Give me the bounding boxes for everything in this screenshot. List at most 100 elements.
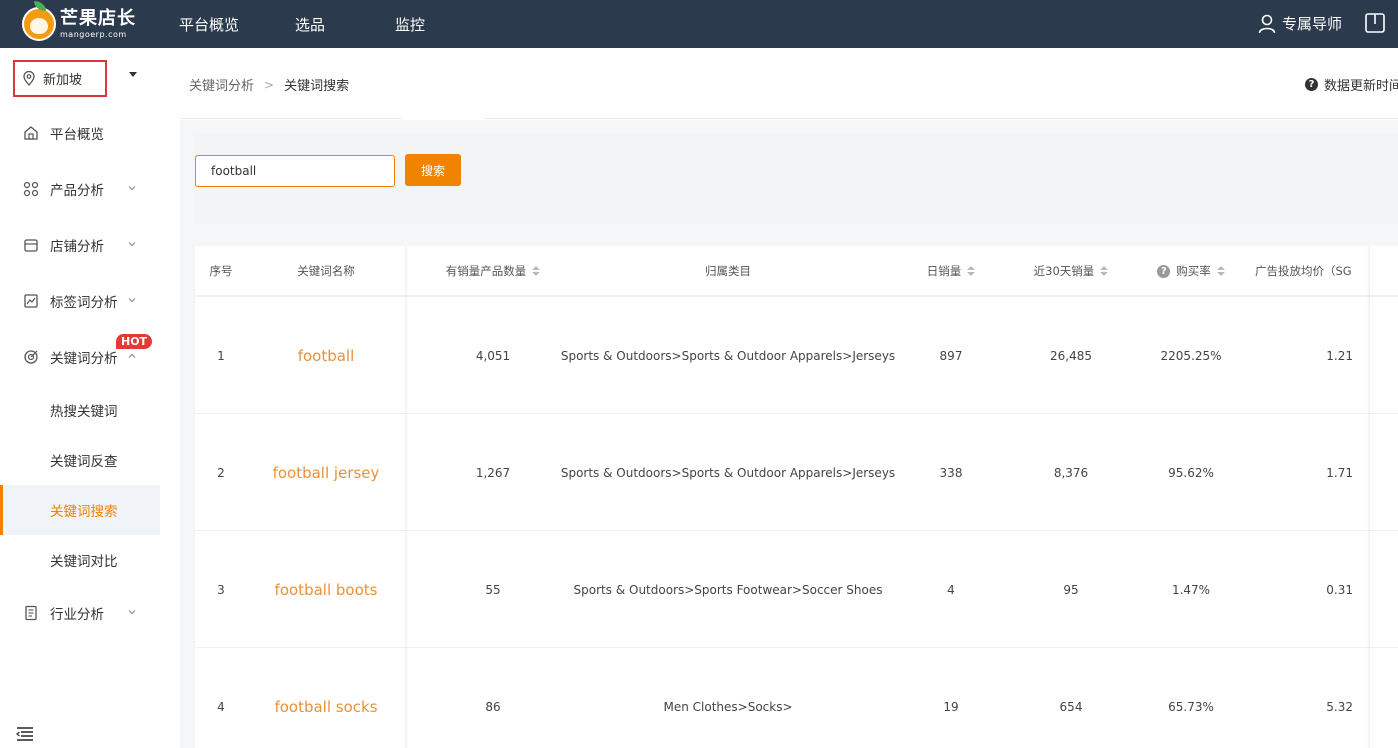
chevron-down-icon xyxy=(128,242,136,247)
sort-icon[interactable] xyxy=(967,266,976,276)
cell-category: Sports & Outdoors>Sports & Outdoor Appar… xyxy=(560,348,896,363)
chevron-up-icon xyxy=(128,353,136,358)
search-button[interactable]: 搜索 xyxy=(405,154,461,186)
cell-category: Men Clothes>Socks> xyxy=(663,699,793,714)
breadcrumb-current: 关键词搜索 xyxy=(284,79,350,94)
brand-name: 芒果店长 xyxy=(60,7,136,29)
region-selector[interactable]: 新加坡 xyxy=(13,60,107,97)
cell-product-count: 1,267 xyxy=(475,465,511,480)
keyword-search-input[interactable] xyxy=(195,155,395,187)
col-header-ad-price[interactable]: 广告投放均价（SG xyxy=(1255,246,1367,296)
nav-monitoring[interactable]: 监控 xyxy=(395,14,425,35)
cell-product-count: 4,051 xyxy=(475,348,511,363)
sidebar-item-label: 标签词分析 xyxy=(50,295,118,311)
cell-ad-price: 0.31 xyxy=(1326,582,1353,597)
cell-product-count: 86 xyxy=(485,699,501,714)
cell-daily-sales: 4 xyxy=(947,582,955,597)
chart-icon xyxy=(24,294,38,308)
help-icon[interactable]: ? xyxy=(1305,78,1318,91)
header-divider xyxy=(180,118,1398,119)
sidebar-item-industry-analysis[interactable]: 行业分析 xyxy=(0,588,160,638)
data-update-info: ? 数据更新时间 xyxy=(1305,75,1398,94)
breadcrumb: 关键词分析 > 关键词搜索 xyxy=(189,75,350,95)
keyword-link[interactable]: football xyxy=(247,297,405,414)
brand-logo[interactable]: 芒果店长 mangoerp.com xyxy=(22,1,142,46)
chevron-down-icon xyxy=(128,186,136,191)
chevron-right-icon: > xyxy=(264,77,275,92)
col-header-index: 序号 xyxy=(209,264,233,278)
cell-index: 2 xyxy=(217,465,225,480)
sidebar-item-tag-analysis[interactable]: 标签词分析 xyxy=(0,276,160,326)
cell-buy-rate: 95.62% xyxy=(1168,465,1214,480)
cell-index: 4 xyxy=(217,699,225,714)
chevron-down-icon xyxy=(128,610,136,615)
sort-icon[interactable] xyxy=(1100,266,1109,276)
region-label: 新加坡 xyxy=(43,73,83,88)
location-pin-icon xyxy=(23,71,35,86)
col-header-category: 归属类目 xyxy=(705,264,751,278)
cell-category: Sports & Outdoors>Sports & Outdoor Appar… xyxy=(560,465,896,480)
col-header-product-count[interactable]: 有销量产品数量 xyxy=(408,246,578,296)
target-icon xyxy=(24,350,38,364)
breadcrumb-parent[interactable]: 关键词分析 xyxy=(189,75,254,94)
help-icon[interactable]: ? xyxy=(1157,264,1171,278)
sidebar-item-label: 关键词分析 xyxy=(50,351,118,367)
sort-icon[interactable] xyxy=(1216,266,1225,276)
table-row: 1 football 4,051 Sports & Outdoors>Sport… xyxy=(195,296,1398,413)
user-icon xyxy=(1258,14,1276,33)
top-navbar: 芒果店长 mangoerp.com 平台概览 选品 监控 专属导师 xyxy=(0,0,1398,48)
cell-buy-rate: 65.73% xyxy=(1168,699,1214,714)
cell-buy-rate: 2205.25% xyxy=(1160,348,1222,363)
caret-down-icon[interactable] xyxy=(129,72,137,77)
keyword-link[interactable]: football socks xyxy=(247,648,405,748)
cell-category: Sports & Outdoors>Sports Footwear>Soccer… xyxy=(573,582,883,597)
menu-collapse-icon[interactable] xyxy=(16,726,34,742)
personal-guide-link[interactable]: 专属导师 xyxy=(1258,13,1342,34)
sort-icon[interactable] xyxy=(532,266,541,276)
keyword-results-table: 序号 关键词名称 有销量产品数量 归属类目 日销量 近30天销量 ? 购买率 广告… xyxy=(195,246,1398,748)
col-header-daily-sales[interactable]: 日销量 xyxy=(891,246,1011,296)
sidebar-item-label: 产品分析 xyxy=(50,183,104,199)
sidebar-item-product-analysis[interactable]: 产品分析 xyxy=(0,164,160,214)
sidebar-subitem-keyword-reverse[interactable]: 关键词反查 xyxy=(0,435,160,485)
cell-ad-price: 5.32 xyxy=(1326,699,1353,714)
sidebar: 新加坡 平台概览 产品分析 店铺分析 标签词分析 关键词分析 HOT 热搜关键词… xyxy=(0,48,160,748)
sidebar-subitem-keyword-search[interactable]: 关键词搜索 xyxy=(0,485,160,535)
cell-ad-price: 1.21 xyxy=(1326,348,1353,363)
col-header-buy-rate[interactable]: ? 购买率 xyxy=(1131,246,1251,296)
sidebar-item-label: 平台概览 xyxy=(50,127,104,143)
nav-platform-overview[interactable]: 平台概览 xyxy=(179,14,239,35)
cell-product-count: 55 xyxy=(485,582,501,597)
cell-30d-sales: 95 xyxy=(1063,582,1079,597)
guide-label: 专属导师 xyxy=(1281,15,1342,33)
sidebar-subitem-keyword-compare[interactable]: 关键词对比 xyxy=(0,535,160,585)
col-header-keyword: 关键词名称 xyxy=(297,264,355,278)
sidebar-item-store-analysis[interactable]: 店铺分析 xyxy=(0,220,160,270)
hot-badge: HOT xyxy=(116,334,153,349)
table-row: 3 football boots 55 Sports & Outdoors>Sp… xyxy=(195,530,1398,647)
cell-index: 3 xyxy=(217,582,225,597)
cell-daily-sales: 19 xyxy=(943,699,959,714)
cell-ad-price: 1.71 xyxy=(1326,465,1353,480)
table-row: 4 football socks 86 Men Clothes>Socks> 1… xyxy=(195,647,1398,748)
cell-30d-sales: 654 xyxy=(1059,699,1083,714)
home-icon xyxy=(24,126,38,140)
update-time-label: 数据更新时间 xyxy=(1324,79,1398,94)
cell-index: 1 xyxy=(217,348,225,363)
main-content: 关键词分析 > 关键词搜索 ? 数据更新时间 搜索 序号 关键词名称 有销量产品… xyxy=(160,48,1398,748)
sidebar-item-platform-overview[interactable]: 平台概览 xyxy=(0,108,160,158)
mango-logo-icon xyxy=(22,1,56,41)
sidebar-item-keyword-analysis[interactable]: 关键词分析 HOT xyxy=(0,332,160,382)
fixed-column-shadow xyxy=(1367,246,1370,748)
brand-domain: mangoerp.com xyxy=(60,29,127,39)
sidebar-subitem-hot-keywords[interactable]: 热搜关键词 xyxy=(0,385,160,435)
cell-buy-rate: 1.47% xyxy=(1171,582,1211,597)
book-icon[interactable] xyxy=(1364,12,1386,34)
cell-30d-sales: 26,485 xyxy=(1050,348,1092,363)
table-row: 2 football jersey 1,267 Sports & Outdoor… xyxy=(195,413,1398,530)
keyword-link[interactable]: football jersey xyxy=(247,414,405,531)
keyword-link[interactable]: football boots xyxy=(247,531,405,648)
nav-product-selection[interactable]: 选品 xyxy=(295,14,325,35)
report-icon xyxy=(25,605,37,621)
col-header-30d-sales[interactable]: 近30天销量 xyxy=(1011,246,1131,296)
